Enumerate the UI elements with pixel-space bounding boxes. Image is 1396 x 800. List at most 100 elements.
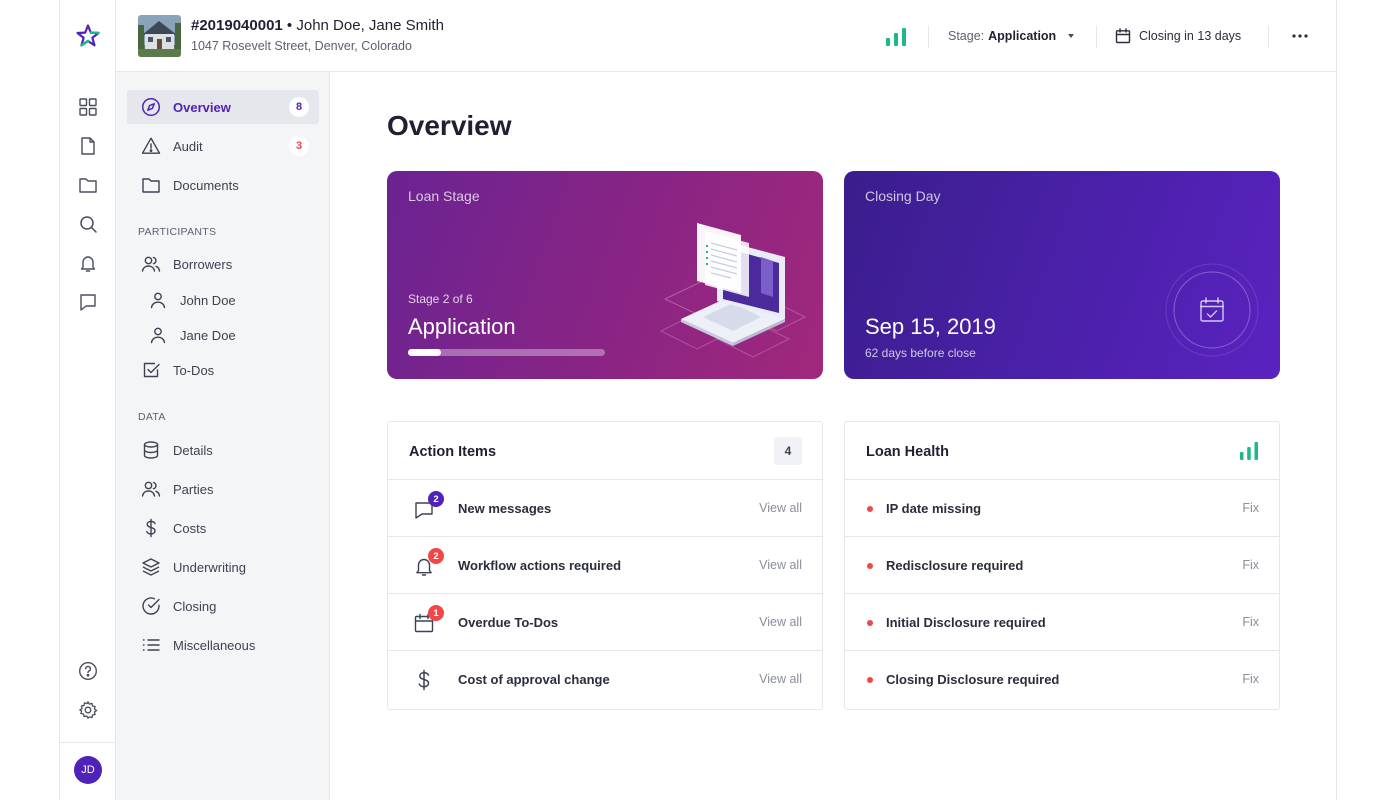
health-issue-text: Redisclosure required <box>886 558 1024 573</box>
action-items-panel: Action Items 4 2 New messages View all 2… <box>387 421 823 710</box>
loan-health-title: Loan Health <box>866 444 949 460</box>
loan-health-panel: Loan Health IP date missing Fix Redisclo… <box>844 421 1280 710</box>
chat-icon[interactable] <box>78 292 98 312</box>
loan-stage-label: Loan Stage <box>408 188 480 204</box>
star-logo-icon[interactable] <box>76 24 100 48</box>
health-bars-icon[interactable] <box>885 27 907 47</box>
closing-text: Closing in 13 days <box>1139 29 1242 43</box>
folder-icon[interactable] <box>78 175 98 195</box>
grid-icon[interactable] <box>78 97 98 117</box>
sidebar-item-overview[interactable]: Overview 8 <box>127 90 319 124</box>
header-divider <box>1268 26 1269 48</box>
file-icon[interactable] <box>78 136 98 156</box>
check-circle-icon <box>141 596 161 616</box>
closing-days-before: 62 days before close <box>865 346 976 360</box>
sidebar-item-label: Audit <box>173 138 203 154</box>
alert-dot-icon <box>867 677 873 683</box>
calendar-check-icon <box>1165 263 1259 357</box>
action-item-text: Overdue To-Dos <box>458 615 559 630</box>
action-item-row[interactable]: 1 Overdue To-Dos View all <box>388 594 822 651</box>
closing-day-label: Closing Day <box>865 188 941 204</box>
sidebar-item-documents[interactable]: Documents <box>127 168 319 202</box>
health-issue-text: IP date missing <box>886 501 982 516</box>
count-badge: 1 <box>428 605 444 621</box>
health-issue-row[interactable]: Closing Disclosure required Fix <box>845 651 1279 708</box>
sidebar-item-label: Borrowers <box>173 256 233 272</box>
section-label-data: DATA <box>138 411 166 423</box>
search-icon[interactable] <box>78 214 98 234</box>
stage-label: Stage: <box>948 29 985 43</box>
sidebar-item-audit[interactable]: Audit 3 <box>127 129 319 163</box>
view-all-link[interactable]: View all <box>759 558 802 572</box>
sidebar-item-costs[interactable]: Costs <box>127 511 319 545</box>
sidebar-item-todos[interactable]: To-Dos <box>127 353 319 387</box>
count-badge: 2 <box>428 491 444 507</box>
dollar-icon <box>141 518 161 538</box>
sidebar-item-jane-doe[interactable]: Jane Doe <box>127 318 319 352</box>
fix-link[interactable]: Fix <box>1242 672 1259 686</box>
sidebar-item-borrowers[interactable]: Borrowers <box>127 247 319 281</box>
action-item-row[interactable]: 2 Workflow actions required View all <box>388 537 822 594</box>
health-issue-row[interactable]: Initial Disclosure required Fix <box>845 594 1279 651</box>
alert-dot-icon <box>867 506 873 512</box>
action-item-row[interactable]: Cost of approval change View all <box>388 651 822 708</box>
sidebar-item-label: Miscellaneous <box>173 637 256 653</box>
loan-title: #2019040001 • John Doe, Jane Smith <box>191 17 444 34</box>
closing-date: Sep 15, 2019 <box>865 314 996 339</box>
loan-health-header: Loan Health <box>845 422 1279 480</box>
more-options-icon[interactable] <box>1288 27 1312 45</box>
sidebar-item-john-doe[interactable]: John Doe <box>127 283 319 317</box>
sidebar-item-underwriting[interactable]: Underwriting <box>127 550 319 584</box>
view-all-link[interactable]: View all <box>759 672 802 686</box>
dollar-icon <box>413 669 435 691</box>
gear-icon[interactable] <box>78 700 98 720</box>
checkbox-icon <box>141 360 161 380</box>
loan-stage-card[interactable]: Loan Stage Stage 2 of 6 Application <box>387 171 823 379</box>
bell-icon[interactable] <box>78 253 98 273</box>
section-label-participants: PARTICIPANTS <box>138 226 217 238</box>
stage-progress-text: Stage 2 of 6 <box>408 292 473 306</box>
sidebar-item-parties[interactable]: Parties <box>127 472 319 506</box>
user-icon <box>149 326 167 344</box>
main-content: Overview Loan Stage Stage 2 of 6 Applica… <box>331 72 1337 800</box>
fix-link[interactable]: Fix <box>1242 558 1259 572</box>
action-item-row[interactable]: 2 New messages View all <box>388 480 822 537</box>
alert-dot-icon <box>867 620 873 626</box>
view-all-link[interactable]: View all <box>759 615 802 629</box>
fix-link[interactable]: Fix <box>1242 615 1259 629</box>
compass-icon <box>141 97 161 117</box>
sidebar-item-label: Jane Doe <box>180 327 236 343</box>
health-issue-row[interactable]: IP date missing Fix <box>845 480 1279 537</box>
user-icon <box>149 291 167 309</box>
sidebar-item-label: John Doe <box>180 292 236 308</box>
closing-countdown: Closing in 13 days <box>1115 28 1241 44</box>
loan-number: #2019040001 <box>191 17 283 34</box>
avatar[interactable]: JD <box>74 756 102 784</box>
sidebar-item-closing[interactable]: Closing <box>127 589 319 623</box>
view-all-link[interactable]: View all <box>759 501 802 515</box>
borrower-names: John Doe, Jane Smith <box>296 17 444 34</box>
action-item-text: Cost of approval change <box>458 672 610 687</box>
action-item-text: Workflow actions required <box>458 558 622 573</box>
health-issue-row[interactable]: Redisclosure required Fix <box>845 537 1279 594</box>
users-icon <box>141 254 161 274</box>
sidebar-item-label: Closing <box>173 598 217 614</box>
app-window: JD #2019040001 • John Doe, Jane Smith 10… <box>59 0 1337 800</box>
icon-rail: JD <box>60 0 116 800</box>
stage-progress-bar <box>408 349 605 356</box>
help-icon[interactable] <box>78 661 98 681</box>
folder-icon <box>141 175 161 195</box>
stage-dropdown[interactable]: Stage: Application <box>948 29 1075 43</box>
header-divider <box>1096 26 1097 48</box>
sidebar-item-miscellaneous[interactable]: Miscellaneous <box>127 628 319 662</box>
sidebar-item-label: Details <box>173 442 213 458</box>
sidebar-item-label: Overview <box>173 99 231 115</box>
action-items-header: Action Items 4 <box>388 422 822 480</box>
fix-link[interactable]: Fix <box>1242 501 1259 515</box>
closing-day-card[interactable]: Closing Day Sep 15, 2019 62 days before … <box>844 171 1280 379</box>
layers-icon <box>141 557 161 577</box>
health-issue-text: Initial Disclosure required <box>886 615 1046 630</box>
sidebar-item-details[interactable]: Details <box>127 433 319 467</box>
sidebar-item-label: Underwriting <box>173 559 246 575</box>
sidebar-item-label: Parties <box>173 481 214 497</box>
